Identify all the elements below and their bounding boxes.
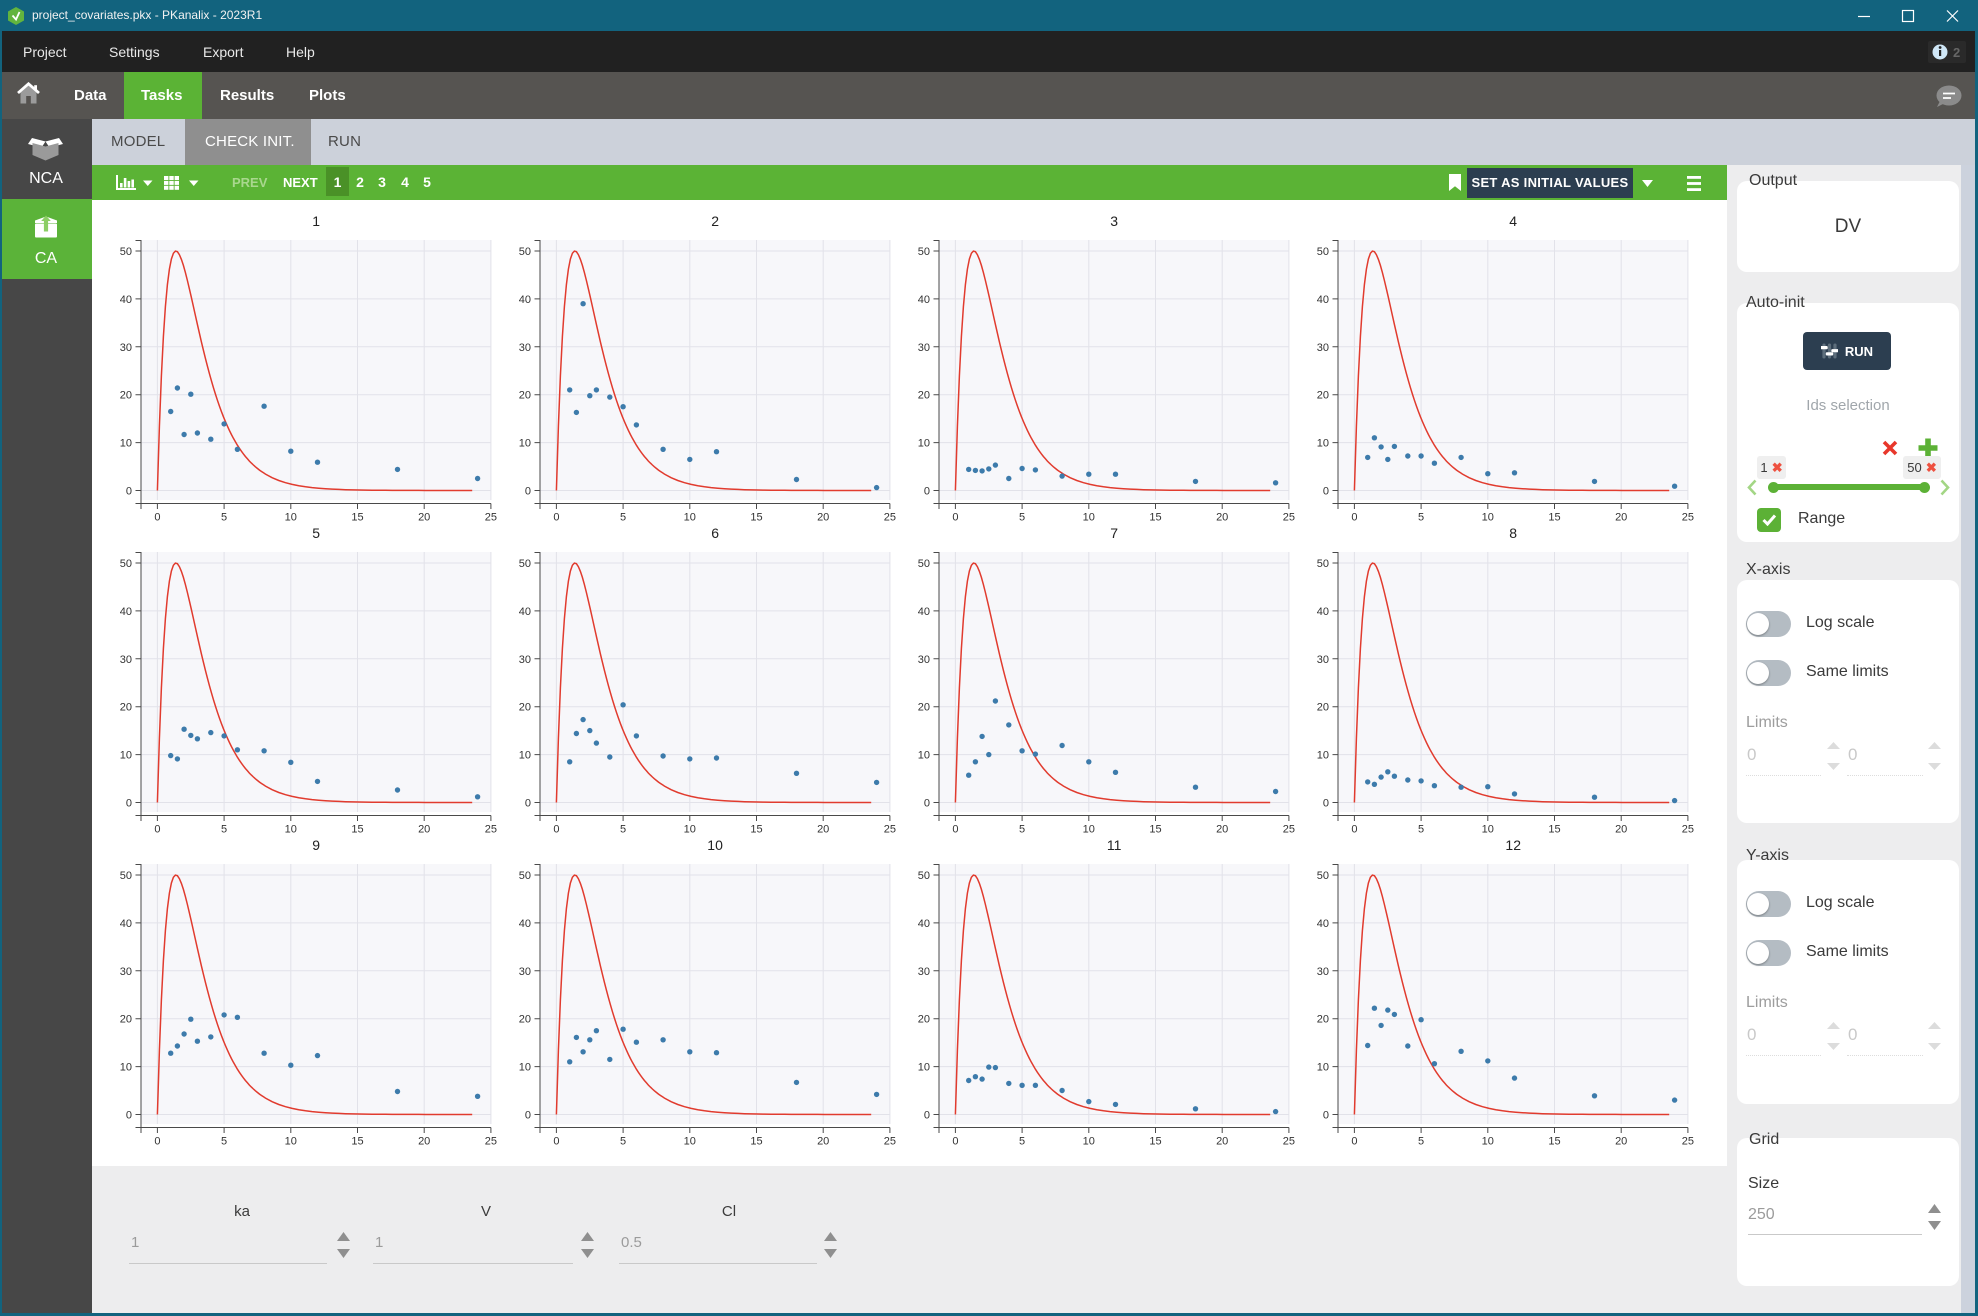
svg-text:3: 3 — [1110, 213, 1118, 229]
svg-text:1: 1 — [312, 213, 320, 229]
svg-text:6: 6 — [711, 525, 719, 541]
svg-text:7: 7 — [1110, 525, 1118, 541]
svg-text:2: 2 — [711, 213, 719, 229]
svg-text:9: 9 — [312, 837, 320, 853]
svg-text:2: 2 — [1953, 45, 1960, 60]
svg-text:11: 11 — [1107, 837, 1122, 853]
svg-text:5: 5 — [312, 525, 320, 541]
svg-text:12: 12 — [1505, 837, 1521, 853]
svg-text:8: 8 — [1509, 525, 1517, 541]
svg-text:10: 10 — [707, 837, 723, 853]
svg-text:4: 4 — [1509, 213, 1517, 229]
